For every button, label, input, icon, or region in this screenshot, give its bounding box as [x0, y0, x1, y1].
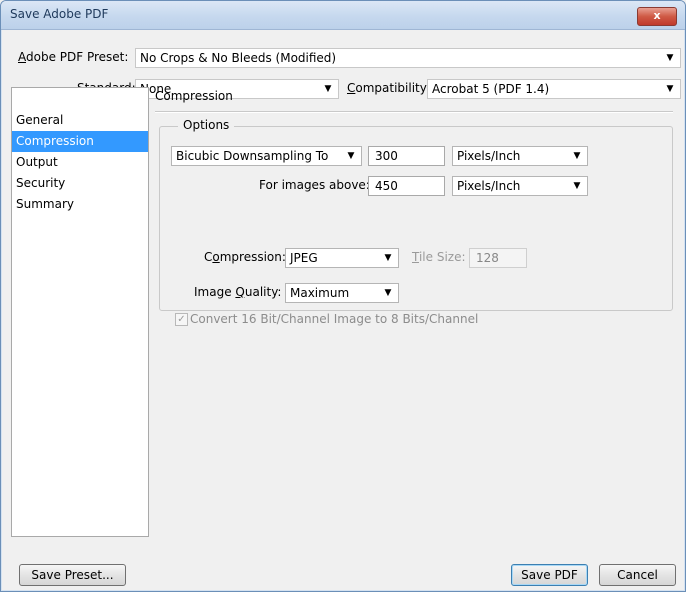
save-pdf-button[interactable]: Save PDF: [511, 564, 588, 586]
settings-sidebar: General Compression Output Security Summ…: [11, 87, 149, 537]
cancel-button[interactable]: Cancel: [599, 564, 676, 586]
save-preset-button[interactable]: Save Preset...: [19, 564, 126, 586]
images-above-unit-dropdown[interactable]: Pixels/Inch ▼: [452, 176, 588, 196]
chevron-down-icon: ▼: [666, 84, 674, 94]
chevron-down-icon: ▼: [666, 53, 674, 63]
downsampling-unit-value: Pixels/Inch: [457, 149, 521, 163]
chevron-down-icon: ▼: [347, 151, 355, 161]
chevron-down-icon: ▼: [384, 253, 392, 263]
preset-dropdown[interactable]: No Crops & No Bleeds (Modified) ▼: [135, 48, 681, 68]
downsampling-unit-dropdown[interactable]: Pixels/Inch ▼: [452, 146, 588, 166]
compression-label: Compression:: [204, 250, 286, 264]
compression-value: JPEG: [290, 251, 318, 265]
preset-label-text: dobe PDF Preset:: [26, 50, 129, 64]
downsampling-value: Bicubic Downsampling To: [176, 149, 329, 163]
chevron-down-icon: ▼: [324, 84, 332, 94]
check-icon: ✓: [177, 314, 186, 325]
sidebar-item-general[interactable]: General: [12, 110, 148, 131]
chevron-down-icon: ▼: [573, 151, 581, 161]
tile-size-input[interactable]: 128: [469, 248, 527, 268]
image-quality-dropdown[interactable]: Maximum ▼: [285, 283, 399, 303]
sidebar-item-summary[interactable]: Summary: [12, 194, 148, 215]
images-above-unit-value: Pixels/Inch: [457, 179, 521, 193]
chevron-down-icon: ▼: [573, 181, 581, 191]
convert-checkbox-label: Convert 16 Bit/Channel Image to 8 Bits/C…: [190, 312, 479, 326]
image-quality-value: Maximum: [290, 286, 350, 300]
image-quality-label: Image Quality:: [194, 285, 282, 299]
tile-size-label: Tile Size:: [412, 250, 466, 264]
downsampling-ppi-input[interactable]: 300: [368, 146, 445, 166]
preset-label: Adobe PDF Preset:: [18, 50, 129, 64]
save-pdf-dialog: Save Adobe PDF x Adobe PDF Preset: No Cr…: [0, 0, 686, 592]
downsampling-dropdown[interactable]: Bicubic Downsampling To ▼: [171, 146, 362, 166]
panel-heading: Compression: [155, 89, 233, 103]
compatibility-value: Acrobat 5 (PDF 1.4): [432, 82, 550, 96]
window-title: Save Adobe PDF: [10, 7, 109, 21]
images-above-ppi-input[interactable]: 450: [368, 176, 445, 196]
title-bar: Save Adobe PDF x: [1, 1, 685, 30]
compatibility-label: Compatibility:: [347, 81, 431, 95]
close-button[interactable]: x: [637, 7, 677, 26]
preset-value: No Crops & No Bleeds (Modified): [140, 51, 337, 65]
images-above-label: For images above:: [259, 178, 370, 192]
compression-dropdown[interactable]: JPEG ▼: [285, 248, 399, 268]
sidebar-item-compression[interactable]: Compression: [12, 131, 148, 152]
sidebar-item-security[interactable]: Security: [12, 173, 148, 194]
chevron-down-icon: ▼: [384, 288, 392, 298]
convert-checkbox[interactable]: ✓: [175, 313, 188, 326]
sidebar-item-output[interactable]: Output: [12, 152, 148, 173]
compatibility-dropdown[interactable]: Acrobat 5 (PDF 1.4) ▼: [427, 79, 681, 99]
options-group-title: Options: [178, 118, 235, 132]
heading-divider: [155, 111, 673, 113]
